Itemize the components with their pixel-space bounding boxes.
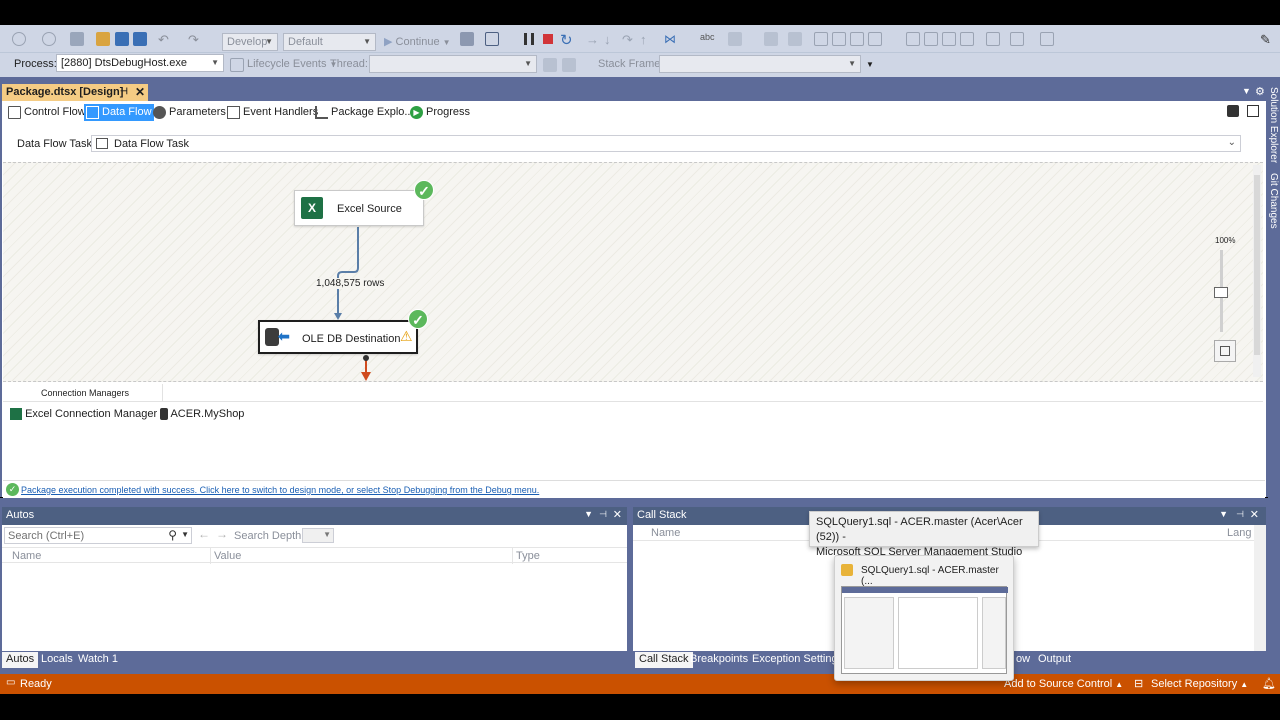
chevron-up-icon: ▲ (1240, 680, 1249, 689)
search-back-icon[interactable]: ← (198, 527, 210, 541)
repository-label: Select Repository (1151, 678, 1238, 690)
data-path-arrowhead (334, 313, 342, 320)
zoom-to-fit-button[interactable] (1214, 340, 1236, 362)
source-control-label: Add to Source Control (1004, 678, 1113, 690)
success-icon: ✓ (6, 483, 19, 496)
row-count-label: 1,048,575 rows (316, 278, 385, 289)
database-icon (265, 328, 279, 346)
notifications-icon[interactable]: 🔔︎ (1262, 677, 1276, 690)
search-placeholder: Search (Ctrl+E) (8, 530, 85, 542)
search-depth-dropdown[interactable]: ▼ (302, 528, 334, 543)
chevron-down-icon[interactable]: ▼ (181, 530, 189, 539)
close-icon[interactable]: ✕ (613, 508, 622, 521)
execution-info-bar[interactable]: ✓ Package execution completed with succe… (3, 480, 1265, 498)
chevron-up-icon: ▲ (1115, 680, 1124, 689)
autos-column-headers: Name Value Type (2, 547, 627, 564)
tooltip-line-1: SQLQuery1.sql - ACER.master (Acer\Acer (… (816, 516, 1023, 543)
component-name: OLE DB Destination (302, 333, 401, 345)
autos-panel-body: Search (Ctrl+E) ⚲ ▼ ← → Search Depth: ▼ … (2, 525, 627, 651)
thumbnail-preview (841, 586, 1008, 674)
preview-titlebar (842, 587, 1008, 593)
panel-menu-icon[interactable]: ▼ (584, 509, 593, 519)
autos-panel-header: Autos ▼ ⊣ ✕ (2, 507, 627, 525)
connection-managers-header-bar: Connection Managers (3, 384, 1263, 402)
tab-autos[interactable]: Autos (2, 652, 39, 668)
add-to-source-control-button[interactable]: Add to Source Control ▲ (1004, 678, 1123, 690)
connection-manager-excel[interactable]: Excel Connection Manager (10, 408, 158, 421)
taskbar-thumbnail[interactable]: SQLQuery1.sql - ACER.master (... (834, 555, 1014, 681)
tab-call-stack[interactable]: Call Stack (635, 652, 693, 668)
fit-icon (1220, 346, 1230, 356)
connection-name: Excel Connection Manager (25, 408, 158, 420)
tab-watch-1[interactable]: Watch 1 (74, 652, 122, 668)
zoom-level: 100% (1215, 236, 1236, 245)
column-header-type[interactable]: Type (516, 550, 540, 562)
chevron-down-icon: ▼ (323, 530, 331, 539)
info-bar-link[interactable]: Package execution completed with success… (21, 485, 539, 495)
warning-icon: ⚠ (400, 328, 413, 344)
autos-title: Autos (6, 509, 35, 521)
connection-name: ACER.MyShop (170, 408, 245, 420)
preview-explorer-pane (844, 597, 894, 669)
thumbnail-title: SQLQuery1.sql - ACER.master (... (861, 565, 999, 587)
tab-partially-hidden[interactable]: ow (1012, 652, 1034, 668)
success-check-icon: ✓ (414, 180, 434, 200)
component-name: Excel Source (337, 203, 402, 215)
repository-icon: ⊟ (1134, 678, 1144, 690)
excel-icon: X (301, 197, 323, 219)
column-header-value[interactable]: Value (214, 550, 241, 562)
canvas-scrollbar[interactable] (1253, 165, 1261, 377)
connection-manager-oledb[interactable]: ACER.MyShop (160, 408, 245, 421)
taskbar-tooltip: SQLQuery1.sql - ACER.master (Acer\Acer (… (809, 511, 1039, 558)
close-icon[interactable]: ✕ (1250, 508, 1259, 521)
column-header-language[interactable]: Lang (1227, 527, 1251, 539)
column-header-name[interactable]: Name (651, 527, 680, 539)
data-path-layer (334, 227, 371, 381)
status-bar: ▭ Ready Add to Source Control ▲ ⊟ Select… (0, 674, 1280, 694)
output-handle[interactable] (363, 355, 369, 361)
autos-search-input[interactable]: Search (Ctrl+E) ⚲ ▼ (4, 527, 192, 544)
column-header-name[interactable]: Name (12, 550, 41, 562)
column-divider[interactable] (512, 548, 513, 564)
panel-menu-icon[interactable]: ▼ (1219, 509, 1228, 519)
pin-icon[interactable]: ⊣ (599, 509, 607, 520)
tab-output[interactable]: Output (1034, 652, 1075, 668)
error-output-arrowhead (361, 372, 371, 381)
ole-db-destination-component[interactable]: ⬅ OLE DB Destination ⚠ (258, 320, 418, 354)
tab-exception-settings[interactable]: Exception Settings (748, 652, 847, 668)
preview-side-pane (982, 597, 1006, 669)
destination-arrow-icon: ⬅ (278, 328, 290, 344)
zoom-slider-thumb[interactable] (1214, 287, 1228, 298)
tab-breakpoints[interactable]: Breakpoints (686, 652, 752, 668)
preview-editor-pane (898, 597, 978, 669)
status-ready: Ready (20, 678, 52, 690)
search-forward-icon[interactable]: → (216, 527, 228, 541)
plug-icon (160, 408, 168, 421)
excel-connection-icon (10, 408, 22, 421)
data-path-line[interactable] (337, 227, 359, 315)
success-check-icon: ✓ (408, 309, 428, 329)
excel-source-component[interactable]: X Excel Source (294, 190, 424, 226)
select-repository-button[interactable]: Select Repository ▲ (1151, 678, 1248, 690)
call-stack-title: Call Stack (637, 509, 687, 521)
connection-managers-header: Connection Managers (3, 384, 163, 402)
ssms-app-icon (841, 564, 853, 576)
column-divider[interactable] (210, 548, 211, 564)
search-icon[interactable]: ⚲ (168, 528, 177, 542)
search-depth-label: Search Depth: (234, 530, 305, 542)
tab-locals[interactable]: Locals (37, 652, 77, 668)
bottom-black-bar (0, 694, 1280, 720)
pin-icon[interactable]: ⊣ (1236, 509, 1244, 520)
status-icon: ▭ (6, 677, 16, 688)
scrollbar-thumb[interactable] (1254, 175, 1260, 355)
call-stack-scrollbar[interactable] (1254, 525, 1266, 651)
